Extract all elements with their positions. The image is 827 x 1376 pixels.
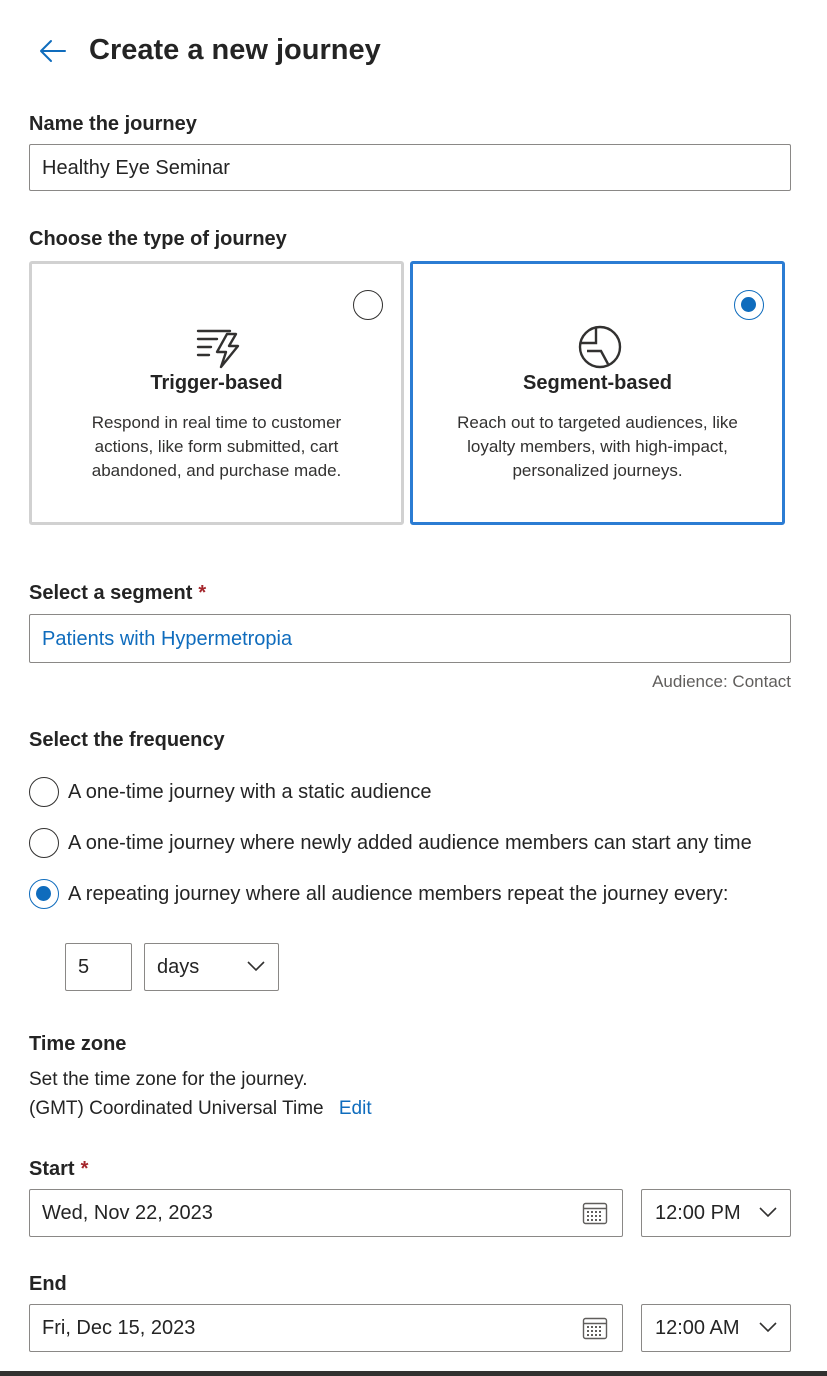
timezone-value: (GMT) Coordinated Universal Time xyxy=(29,1098,324,1119)
trigger-based-description: Respond in real time to customer actions… xyxy=(91,413,342,480)
segment-based-title: Segment-based xyxy=(523,372,672,394)
journey-name-input[interactable]: Healthy Eye Seminar xyxy=(29,144,791,191)
frequency-option-static[interactable]: A one-time journey with a static audienc… xyxy=(68,777,432,807)
segment-based-card[interactable]: Segment-based Reach out to targeted audi… xyxy=(410,261,785,525)
chevron-down-icon xyxy=(759,1207,777,1218)
repeat-unit-value: days xyxy=(157,956,200,978)
frequency-option-repeating[interactable]: A repeating journey where all audience m… xyxy=(68,879,728,909)
trigger-lightning-icon xyxy=(196,329,240,369)
frequency-option-dynamic[interactable]: A one-time journey where newly added aud… xyxy=(68,828,752,858)
frequency-label: Select the frequency xyxy=(29,729,225,751)
chevron-down-icon xyxy=(247,961,265,972)
timezone-label: Time zone xyxy=(29,1033,127,1055)
segment-label: Select a segment * xyxy=(29,582,207,604)
calendar-icon[interactable] xyxy=(582,1316,608,1340)
timezone-description: Set the time zone for the journey. xyxy=(29,1069,308,1090)
audience-note: Audience: Contact xyxy=(652,672,791,691)
start-label: Start * xyxy=(29,1158,89,1180)
segment-lookup-input[interactable]: Patients with Hypermetropia xyxy=(29,614,791,663)
frequency-radio-dynamic[interactable] xyxy=(29,828,59,858)
bottom-edge-bar xyxy=(0,1371,827,1376)
name-label: Name the journey xyxy=(29,113,197,135)
start-time-select[interactable]: 12:00 PM xyxy=(641,1189,791,1237)
page-title: Create a new journey xyxy=(89,34,381,66)
trigger-based-card[interactable]: Trigger-based Respond in real time to cu… xyxy=(29,261,404,525)
repeat-count-input[interactable]: 5 xyxy=(65,943,132,991)
required-marker: * xyxy=(198,582,207,604)
start-time-value: 12:00 PM xyxy=(655,1202,741,1224)
timezone-edit-link[interactable]: Edit xyxy=(339,1098,372,1119)
end-date-value: Fri, Dec 15, 2023 xyxy=(42,1317,196,1339)
frequency-radio-static[interactable] xyxy=(29,777,59,807)
start-date-value: Wed, Nov 22, 2023 xyxy=(42,1202,213,1224)
segment-based-description: Reach out to targeted audiences, like lo… xyxy=(457,413,738,480)
trigger-based-radio[interactable] xyxy=(353,290,383,320)
repeat-unit-select[interactable]: days xyxy=(144,943,279,991)
segment-based-radio[interactable] xyxy=(734,290,764,320)
timezone-row: (GMT) Coordinated Universal Time Edit xyxy=(29,1095,372,1123)
trigger-based-title: Trigger-based xyxy=(150,372,283,394)
journey-type-label: Choose the type of journey xyxy=(29,228,287,250)
end-time-value: 12:00 AM xyxy=(655,1317,740,1339)
calendar-icon[interactable] xyxy=(582,1201,608,1225)
segment-pie-icon xyxy=(578,325,622,369)
end-date-input[interactable]: Fri, Dec 15, 2023 xyxy=(29,1304,623,1352)
end-label: End xyxy=(29,1273,67,1295)
end-time-select[interactable]: 12:00 AM xyxy=(641,1304,791,1352)
arrow-left-icon xyxy=(40,40,66,62)
back-button[interactable] xyxy=(34,32,72,70)
frequency-radio-repeating[interactable] xyxy=(29,879,59,909)
required-marker: * xyxy=(80,1158,89,1180)
chevron-down-icon xyxy=(759,1322,777,1333)
start-date-input[interactable]: Wed, Nov 22, 2023 xyxy=(29,1189,623,1237)
